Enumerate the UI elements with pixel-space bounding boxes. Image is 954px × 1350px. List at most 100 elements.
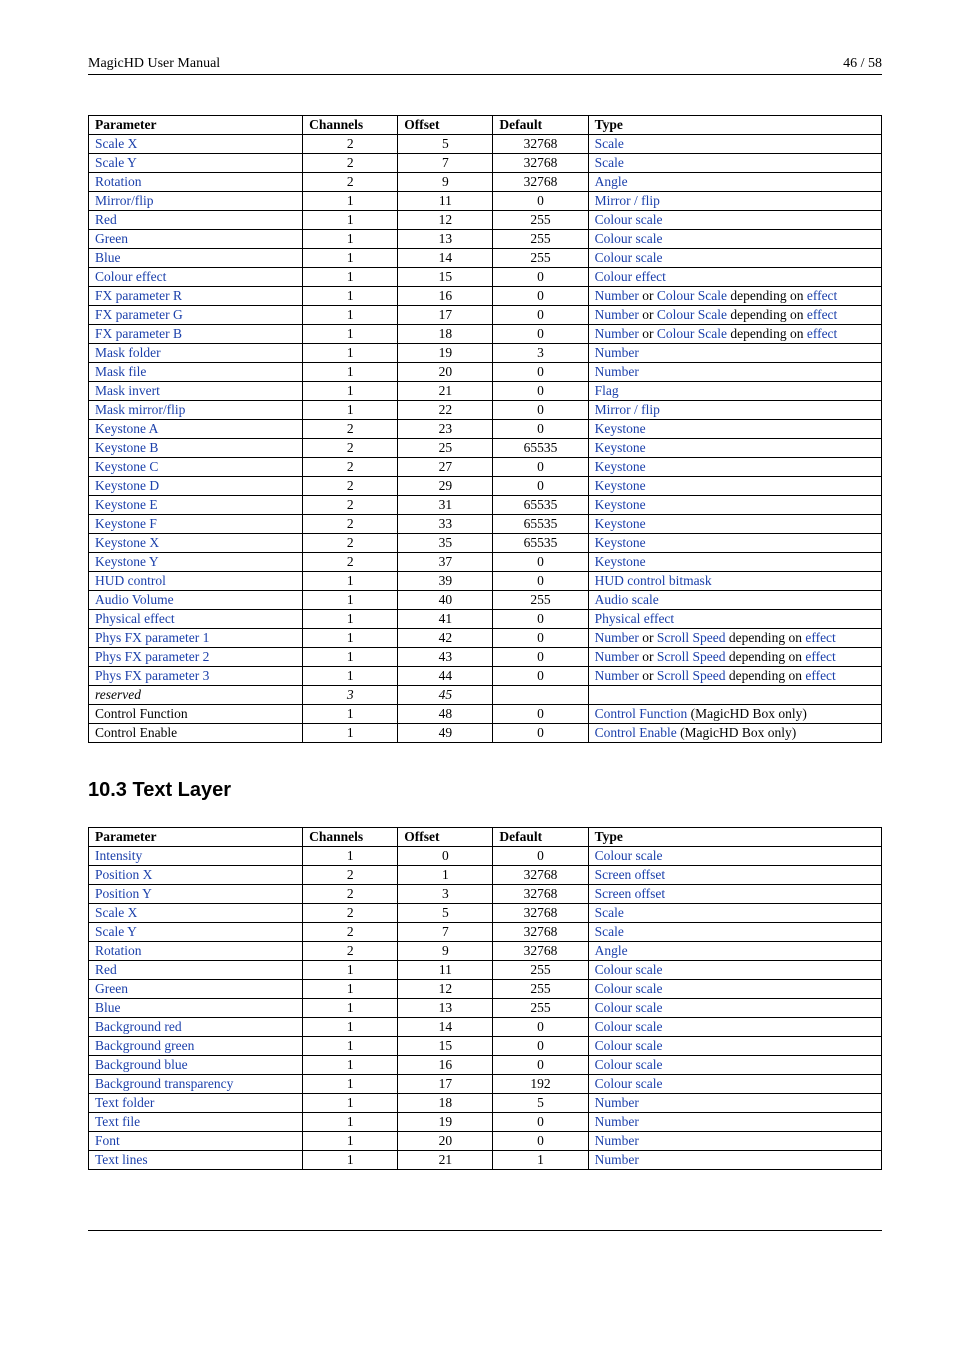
parameter-link[interactable]: Position X [95,867,152,882]
parameter-link[interactable]: Rotation [95,174,142,189]
type-link[interactable]: effect [807,288,837,303]
parameter-link[interactable]: Background red [95,1019,182,1034]
type-link[interactable]: Keystone [595,459,646,474]
type-link[interactable]: Keystone [595,440,646,455]
parameter-link[interactable]: Phys FX parameter 1 [95,630,209,645]
parameter-link[interactable]: Audio Volume [95,592,174,607]
type-link[interactable]: Scale [595,136,624,151]
type-link[interactable]: Flag [595,383,619,398]
type-link[interactable]: Number [595,1095,639,1110]
type-link[interactable]: Keystone [595,497,646,512]
parameter-link[interactable]: Keystone D [95,478,159,493]
parameter-link[interactable]: Mask invert [95,383,160,398]
type-link[interactable]: Colour scale [595,250,663,265]
type-link[interactable]: effect [807,326,837,341]
parameter-link[interactable]: Green [95,981,128,996]
type-link[interactable]: Screen offset [595,867,666,882]
parameter-link[interactable]: FX parameter G [95,307,183,322]
parameter-link[interactable]: Phys FX parameter 3 [95,668,209,683]
type-link[interactable]: Number [595,649,639,664]
parameter-link[interactable]: Background transparency [95,1076,233,1091]
type-link[interactable]: Scale [595,155,624,170]
type-link[interactable]: Screen offset [595,886,666,901]
type-link[interactable]: Control Function [595,706,688,721]
parameter-link[interactable]: Phys FX parameter 2 [95,649,209,664]
parameter-link[interactable]: Red [95,962,117,977]
type-link[interactable]: Colour scale [595,231,663,246]
parameter-link[interactable]: Blue [95,250,121,265]
type-link[interactable]: Scale [595,924,624,939]
parameter-link[interactable]: Background blue [95,1057,188,1072]
parameter-link[interactable]: Scale X [95,905,137,920]
parameter-link[interactable]: Colour effect [95,269,166,284]
type-link[interactable]: Number [595,326,639,341]
type-link[interactable]: Scroll Speed [657,668,726,683]
type-link[interactable]: effect [805,649,835,664]
type-link[interactable]: HUD control bitmask [595,573,712,588]
type-link[interactable]: Number [595,364,639,379]
type-link[interactable]: Number [595,288,639,303]
parameter-link[interactable]: FX parameter B [95,326,182,341]
type-link[interactable]: Angle [595,943,628,958]
type-link[interactable]: Keystone [595,554,646,569]
type-link[interactable]: Colour scale [595,962,663,977]
parameter-link[interactable]: Physical effect [95,611,175,626]
type-link[interactable]: Angle [595,174,628,189]
type-link[interactable]: Colour effect [595,269,666,284]
type-link[interactable]: Colour scale [595,1057,663,1072]
type-link[interactable]: Control Enable [595,725,677,740]
type-link[interactable]: Scroll Speed [657,630,726,645]
parameter-link[interactable]: Text lines [95,1152,148,1167]
type-link[interactable]: Colour scale [595,1019,663,1034]
parameter-link[interactable]: Background green [95,1038,194,1053]
parameter-link[interactable]: Scale Y [95,924,137,939]
parameter-link[interactable]: Rotation [95,943,142,958]
type-link[interactable]: Colour Scale [657,326,727,341]
type-link[interactable]: Number [595,1133,639,1148]
type-link[interactable]: Number [595,1152,639,1167]
parameter-link[interactable]: FX parameter R [95,288,182,303]
parameter-link[interactable]: Keystone X [95,535,159,550]
parameter-link[interactable]: Keystone F [95,516,157,531]
type-link[interactable]: Colour scale [595,1076,663,1091]
type-link[interactable]: Mirror / flip [595,193,660,208]
type-link[interactable]: Number [595,630,639,645]
type-link[interactable]: Keystone [595,516,646,531]
type-link[interactable]: Physical effect [595,611,675,626]
parameter-link[interactable]: Keystone B [95,440,158,455]
type-link[interactable]: effect [805,668,835,683]
type-link[interactable]: Keystone [595,421,646,436]
type-link[interactable]: Keystone [595,478,646,493]
parameter-link[interactable]: HUD control [95,573,166,588]
parameter-link[interactable]: Keystone Y [95,554,159,569]
type-link[interactable]: Colour Scale [657,307,727,322]
parameter-link[interactable]: Font [95,1133,120,1148]
type-link[interactable]: Audio scale [595,592,659,607]
type-link[interactable]: Mirror / flip [595,402,660,417]
type-link[interactable]: effect [805,630,835,645]
parameter-link[interactable]: Keystone C [95,459,158,474]
parameter-link[interactable]: Mask file [95,364,146,379]
type-link[interactable]: Colour scale [595,981,663,996]
type-link[interactable]: Number [595,307,639,322]
parameter-link[interactable]: Text folder [95,1095,154,1110]
parameter-link[interactable]: Position Y [95,886,152,901]
parameter-link[interactable]: Keystone A [95,421,158,436]
parameter-link[interactable]: Green [95,231,128,246]
parameter-link[interactable]: Scale X [95,136,137,151]
type-link[interactable]: effect [807,307,837,322]
parameter-link[interactable]: Intensity [95,848,142,863]
parameter-link[interactable]: Text file [95,1114,140,1129]
parameter-link[interactable]: Blue [95,1000,121,1015]
type-link[interactable]: Colour scale [595,1038,663,1053]
parameter-link[interactable]: Keystone E [95,497,158,512]
type-link[interactable]: Colour scale [595,1000,663,1015]
parameter-link[interactable]: Scale Y [95,155,137,170]
parameter-link[interactable]: Mask mirror/flip [95,402,185,417]
type-link[interactable]: Scale [595,905,624,920]
type-link[interactable]: Scroll Speed [657,649,726,664]
type-link[interactable]: Colour Scale [657,288,727,303]
type-link[interactable]: Number [595,345,639,360]
type-link[interactable]: Number [595,1114,639,1129]
type-link[interactable]: Number [595,668,639,683]
